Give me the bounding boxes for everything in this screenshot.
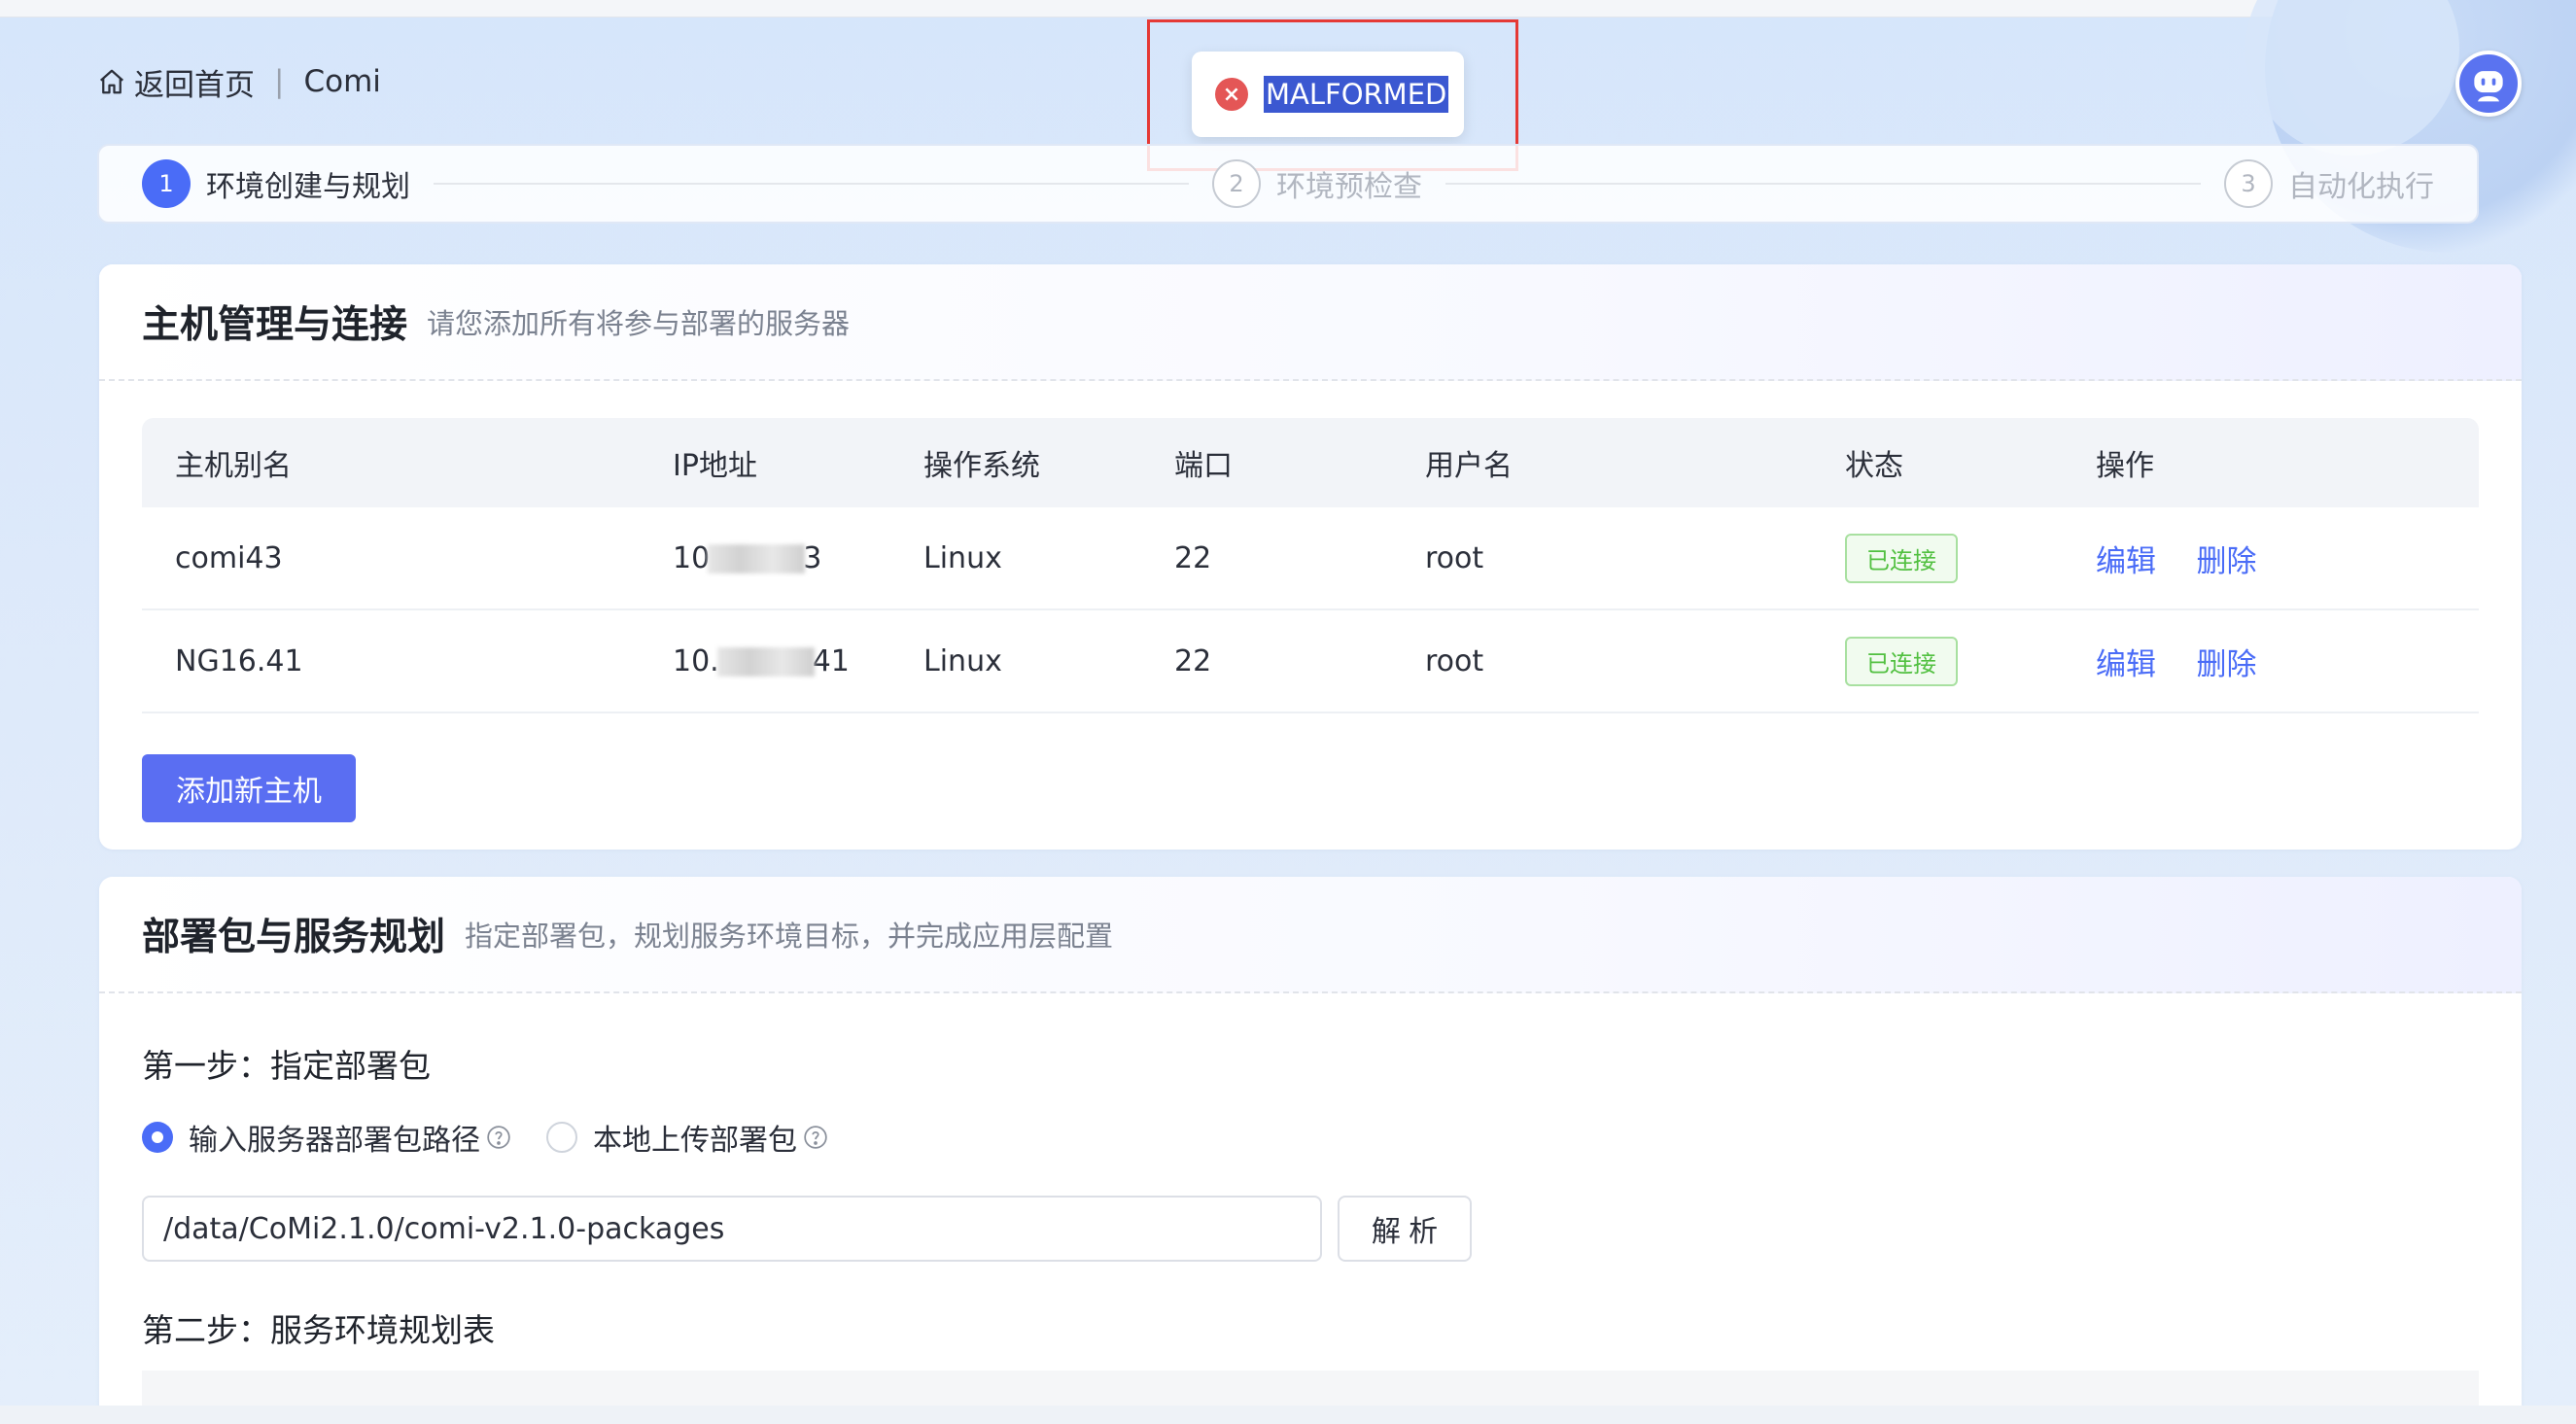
step-1[interactable]: 1 环境创建与规划 <box>142 159 410 208</box>
ip-prefix: 10 <box>673 540 711 575</box>
step-label: 环境预检查 <box>1276 170 1422 204</box>
card-title: 主机管理与连接 <box>142 303 408 347</box>
host-os: Linux <box>923 540 1002 575</box>
step1-title: 第一步：指定部署包 <box>142 1047 431 1085</box>
bottom-bar <box>0 1406 2576 1424</box>
parse-button[interactable]: 解 析 <box>1338 1196 1472 1262</box>
host-table: 主机别名 IP地址 操作系统 端口 用户名 状态 操作 comi43 10 3 L… <box>142 418 2479 713</box>
step2-title: 第二步：服务环境规划表 <box>142 1311 495 1349</box>
help-icon[interactable] <box>486 1125 511 1150</box>
user-avatar[interactable] <box>2455 51 2522 117</box>
status-cell: 已连接 <box>1812 636 2063 686</box>
ip-redaction <box>708 544 806 573</box>
deployment-plan-card: 部署包与服务规划 指定部署包，规划服务环境目标，并完成应用层配置 第一步：指定部… <box>99 877 2522 1421</box>
host-ip: 10. 41 <box>640 644 890 678</box>
host-port: 22 <box>1174 643 1212 678</box>
step-label: 自动化执行 <box>2288 170 2434 204</box>
error-circle-icon: × <box>1215 78 1248 111</box>
table-row: comi43 10 3 Linux 22 root 已连接 编辑 删除 <box>142 507 2479 610</box>
toast-message: MALFORMED <box>1264 76 1449 113</box>
home-link[interactable]: 返回首页 <box>97 60 255 104</box>
robot-avatar-icon <box>2474 71 2503 102</box>
host-alias: comi43 <box>175 540 283 575</box>
actions-cell: 编辑 删除 <box>2063 537 2479 580</box>
status-badge: 已连接 <box>1845 636 1958 686</box>
ip-redaction <box>716 647 815 677</box>
step-3[interactable]: 3 自动化执行 <box>2224 159 2434 208</box>
browser-top-bar <box>0 0 2576 17</box>
column-header: 主机别名 <box>175 449 292 483</box>
progress-steps: 1 环境创建与规划 2 环境预检查 3 自动化执行 <box>97 144 2479 224</box>
table-header: 主机别名 IP地址 操作系统 端口 用户名 状态 操作 <box>142 418 2479 507</box>
edit-link[interactable]: 编辑 <box>2096 647 2156 682</box>
step-number: 2 <box>1212 159 1261 208</box>
package-source-radio-group: 输入服务器部署包路径 本地上传部署包 <box>142 1116 863 1159</box>
add-host-button[interactable]: 添加新主机 <box>142 754 356 822</box>
card-subtitle: 请您添加所有将参与部署的服务器 <box>427 307 851 340</box>
card-header: 主机管理与连接 请您添加所有将参与部署的服务器 <box>99 264 2522 381</box>
column-header: 操作系统 <box>923 449 1040 483</box>
ip-prefix: 10. <box>673 643 719 678</box>
ip-suffix: 3 <box>803 540 822 575</box>
delete-link[interactable]: 删除 <box>2197 647 2257 682</box>
radio-local-upload-label[interactable]: 本地上传部署包 <box>593 1116 797 1159</box>
column-header: 用户名 <box>1425 449 1513 483</box>
step-number: 3 <box>2224 159 2273 208</box>
breadcrumb-separator: | <box>274 64 285 99</box>
card-subtitle: 指定部署包，规划服务环境目标，并完成应用层配置 <box>465 920 1114 953</box>
column-header: 端口 <box>1174 449 1233 483</box>
status-cell: 已连接 <box>1812 533 2063 583</box>
host-alias: NG16.41 <box>175 643 303 678</box>
column-header: IP地址 <box>673 449 757 483</box>
package-path-value: /data/CoMi2.1.0/comi-v2.1.0-packages <box>163 1211 725 1246</box>
step-2[interactable]: 2 环境预检查 <box>1212 159 1422 208</box>
host-user: root <box>1425 643 1484 678</box>
edit-link[interactable]: 编辑 <box>2096 544 2156 579</box>
step-connector <box>1445 183 2201 185</box>
status-badge: 已连接 <box>1845 533 1958 583</box>
delete-link[interactable]: 删除 <box>2197 544 2257 579</box>
column-header: 操作 <box>2096 449 2154 483</box>
step-number: 1 <box>142 159 191 208</box>
column-header: 状态 <box>1845 449 1903 483</box>
step-connector <box>434 183 1189 185</box>
host-user: root <box>1425 540 1484 575</box>
home-link-label: 返回首页 <box>134 67 255 103</box>
host-management-card: 主机管理与连接 请您添加所有将参与部署的服务器 主机别名 IP地址 操作系统 端… <box>99 264 2522 850</box>
card-header: 部署包与服务规划 指定部署包，规划服务环境目标，并完成应用层配置 <box>99 877 2522 993</box>
host-port: 22 <box>1174 540 1212 575</box>
radio-server-path-label[interactable]: 输入服务器部署包路径 <box>189 1116 480 1159</box>
help-icon[interactable] <box>803 1125 828 1150</box>
ip-suffix: 41 <box>812 643 850 678</box>
card-title: 部署包与服务规划 <box>142 916 446 959</box>
host-os: Linux <box>923 643 1002 678</box>
actions-cell: 编辑 删除 <box>2063 640 2479 683</box>
home-icon <box>100 69 123 94</box>
package-path-input[interactable]: /data/CoMi2.1.0/comi-v2.1.0-packages <box>142 1196 1322 1262</box>
host-ip: 10 3 <box>640 541 890 575</box>
radio-local-upload[interactable] <box>546 1122 577 1153</box>
step-label: 环境创建与规划 <box>206 170 410 204</box>
project-name: Comi <box>303 64 381 99</box>
header-breadcrumb: 返回首页 | Comi <box>97 60 381 103</box>
table-row: NG16.41 10. 41 Linux 22 root 已连接 编辑 删除 <box>142 610 2479 713</box>
radio-server-path[interactable] <box>142 1122 173 1153</box>
error-toast: × MALFORMED <box>1192 52 1464 137</box>
